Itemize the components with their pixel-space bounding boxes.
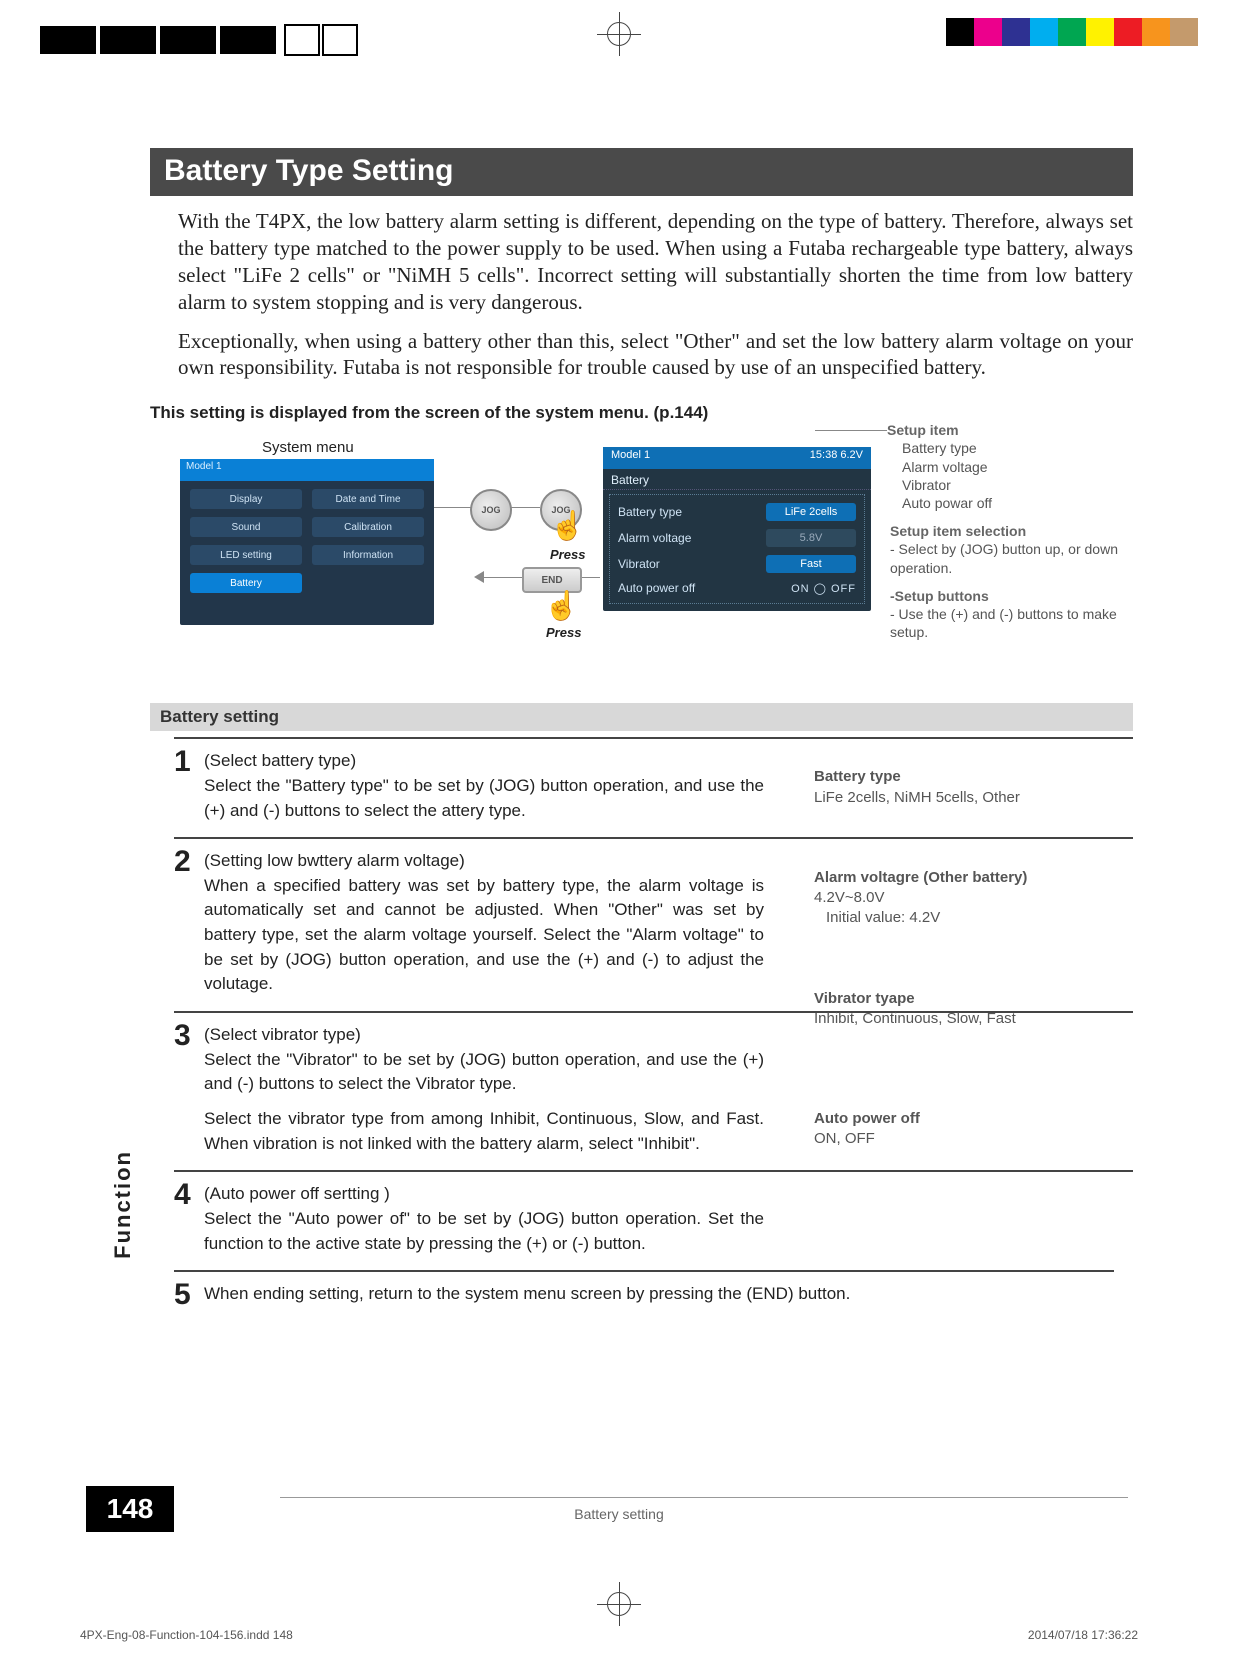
menu-cell: Information	[312, 545, 424, 565]
menu-cell: LED setting	[190, 545, 302, 565]
navigation-diagram: System menu Model 1 Display Date and Time…	[150, 437, 1133, 697]
screen-section: Battery	[603, 469, 871, 490]
side-text: ON, OFF	[814, 1129, 1114, 1149]
side-head: Battery type	[814, 767, 1114, 787]
selection-text: - Select by (JOG) button up, or down ope…	[890, 540, 1150, 576]
thumb-header: Model 1	[180, 459, 434, 481]
side-text: LiFe 2cells, NiMH 5cells, Other	[814, 788, 1114, 808]
row-value: Fast	[766, 555, 856, 573]
step-body: When a specified battery was set by batt…	[204, 874, 764, 997]
selection-head: Setup item selection	[890, 522, 1150, 540]
page-number: 148	[86, 1486, 174, 1532]
side-text: 4.2V~8.0V	[814, 888, 1114, 908]
footer-rule	[280, 1497, 1128, 1498]
side-head: Auto power off	[814, 1109, 1114, 1129]
step-body: Select the "Auto power of" to be set by …	[204, 1207, 764, 1256]
press-label: Press	[546, 625, 581, 640]
arrow-left-icon	[474, 571, 484, 583]
setup-item: Vibrator	[902, 476, 1150, 494]
density-bars	[40, 26, 280, 54]
press-label: Press	[550, 547, 585, 562]
jog-button-icon: JOG	[470, 489, 512, 531]
print-file-name: 4PX-Eng-08-Function-104-156.indd 148	[80, 1628, 293, 1642]
setup-item: Alarm voltage	[902, 458, 1150, 476]
row-value: LiFe 2cells	[766, 503, 856, 521]
footer-title: Battery setting	[574, 1506, 664, 1522]
menu-cell: Sound	[190, 517, 302, 537]
side-head: Vibrator tyape	[814, 989, 1114, 1009]
row-label: Auto power off	[618, 581, 695, 595]
page: Battery Type Setting With the T4PX, the …	[0, 0, 1238, 1662]
density-bars-empty	[284, 24, 360, 56]
setup-item-head: Setup item	[887, 422, 959, 438]
hand-cursor-icon: ☝	[544, 589, 579, 622]
system-menu-thumbnail: Model 1 Display Date and Time Sound Calibr…	[180, 459, 434, 625]
crop-mark-icon	[597, 12, 641, 56]
screen-model: Model 1	[611, 449, 650, 467]
step-title: (Select battery type)	[204, 749, 764, 774]
row-label: Vibrator	[618, 557, 660, 571]
print-timestamp: 2014/07/18 17:36:22	[1028, 1628, 1138, 1642]
color-swatches	[946, 18, 1198, 46]
content-column: Battery Type Setting With the T4PX, the …	[150, 148, 1133, 1324]
step-body: When ending setting, return to the syste…	[204, 1282, 850, 1307]
buttons-head: -Setup buttons	[890, 587, 1150, 605]
menu-cell: Calibration	[312, 517, 424, 537]
row-value: 5.8V	[766, 529, 856, 547]
print-footer: 4PX-Eng-08-Function-104-156.indd 148 201…	[80, 1628, 1138, 1642]
crop-mark-icon	[597, 1582, 641, 1626]
hand-cursor-icon: ☝	[550, 509, 585, 542]
row-value: ON ◯ OFF	[791, 582, 856, 595]
section-tab-label: Function	[110, 1150, 136, 1259]
step-title: (Setting low bwttery alarm voltage)	[204, 849, 764, 874]
buttons-text: - Use the (+) and (-) buttons to make se…	[890, 605, 1150, 641]
page-title: Battery Type Setting	[150, 148, 1133, 196]
row-label: Battery type	[618, 505, 682, 519]
step-title: (Auto power off sertting )	[204, 1182, 764, 1207]
connector-line	[510, 507, 540, 508]
step-body: Select the "Battery type" to be set by (…	[204, 774, 764, 823]
step-body: Select the vibrator type from among Inhi…	[204, 1107, 764, 1156]
setting-header: Battery setting	[150, 703, 1133, 731]
setup-info-panel: Setup item Battery type Alarm voltage Vi…	[890, 421, 1150, 641]
intro-paragraph-1: With the T4PX, the low battery alarm set…	[178, 208, 1133, 316]
system-menu-label: System menu	[262, 439, 354, 456]
setup-item: Battery type	[902, 439, 1150, 457]
step-title: (Select vibrator type)	[204, 1023, 764, 1048]
step-number: 1	[174, 747, 204, 823]
side-head: Alarm voltagre (Other battery)	[814, 868, 1114, 888]
row-label: Alarm voltage	[618, 531, 691, 545]
step-number: 5	[174, 1280, 204, 1310]
menu-cell: Date and Time	[312, 489, 424, 509]
step-5: 5 When ending setting, return to the sys…	[174, 1270, 1114, 1324]
step-number: 2	[174, 847, 204, 997]
step-body: Select the "Vibrator" to be set by (JOG)…	[204, 1048, 764, 1097]
intro-paragraph-2: Exceptionally, when using a battery othe…	[178, 328, 1133, 382]
screen-clock: 15:38 6.2V	[810, 449, 863, 467]
side-text: Initial value: 4.2V	[826, 908, 1114, 928]
step-number: 4	[174, 1180, 204, 1256]
menu-cell: Display	[190, 489, 302, 509]
menu-cell-highlighted: Battery	[190, 573, 302, 593]
side-text: Inhibit, Continuous, Slow, Fast	[814, 1009, 1114, 1029]
battery-screen: Model 1 15:38 6.2V Battery Battery type L…	[603, 447, 871, 611]
steps-list: 1 (Select battery type) Select the "Batt…	[174, 737, 1133, 1324]
side-column: Battery type LiFe 2cells, NiMH 5cells, O…	[814, 767, 1114, 1209]
setup-item: Auto powar off	[902, 494, 1150, 512]
step-number: 3	[174, 1021, 204, 1156]
display-note: This setting is displayed from the scree…	[150, 403, 1133, 423]
